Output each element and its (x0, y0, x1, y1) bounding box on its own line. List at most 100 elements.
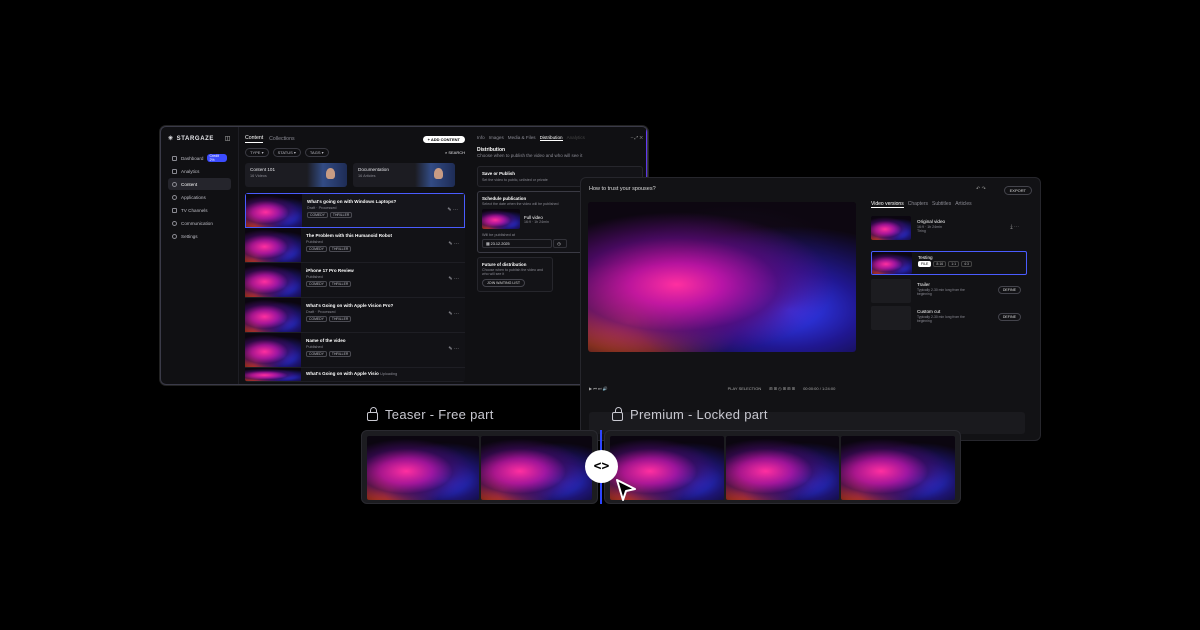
credit-badge: Credit 2% (207, 154, 227, 162)
lock-open-icon (367, 407, 378, 421)
sidebar-item-dashboard[interactable]: Dashboard Credit 2% (168, 152, 231, 164)
sidebar-item-applications[interactable]: Applications (168, 191, 231, 203)
define-custom-cut-button[interactable]: DEFINE (997, 313, 1021, 321)
content-icon (172, 181, 177, 187)
collection-card[interactable]: Documentation 16 Articles (353, 163, 455, 187)
tab-articles[interactable]: Articles (955, 201, 971, 208)
content-tabs: Content Collections + ADD CONTENT (245, 135, 465, 143)
video-thumbnail (246, 194, 302, 227)
version-item-testing[interactable]: Testing FILE 8:16 1:1 4:3 (871, 251, 1027, 275)
date-picker[interactable]: ▦ 23.12.2025 (482, 239, 552, 248)
tab-content[interactable]: Content (245, 135, 264, 143)
empty-thumbnail (871, 306, 911, 330)
analytics-icon (172, 168, 177, 174)
video-frame (588, 202, 856, 352)
search-button[interactable]: ⌕ SEARCH (445, 150, 465, 155)
tab-info[interactable]: Info (477, 135, 485, 141)
list-item[interactable]: The Problem with this Humanoid Robot Publ… (245, 228, 465, 263)
premium-label: Premium - Locked part (612, 407, 768, 422)
player-controls: ▶ ⏮ ⏭ 🔊 PLAY SELECTION ⊞ ⊞ ◷ ⊞ ⊞ ⊞ 00:00… (589, 384, 1032, 392)
split-handle[interactable]: <> (585, 450, 618, 483)
tab-collections[interactable]: Collections (269, 136, 294, 142)
gear-icon (172, 233, 177, 239)
row-actions[interactable]: ✎ ⋯ (448, 241, 459, 247)
star-icon: ✳ (168, 136, 174, 142)
version-thumbnail (871, 216, 911, 240)
video-player[interactable] (588, 202, 856, 352)
tab-chapters[interactable]: Chapters (908, 201, 928, 208)
detail-tabs: Info Images Media & Files Distribution A… (477, 135, 643, 141)
video-thumbnail (245, 333, 301, 367)
video-list: What's going on with Windows Laptops? Dra… (245, 193, 465, 382)
list-item[interactable]: Name of the video Published COMEDY THRILLER… (245, 333, 465, 368)
future-distribution-panel: Future of distribution Choose when to pu… (477, 257, 553, 292)
sidebar-item-analytics[interactable]: Analytics (168, 165, 231, 177)
search-icon: ⌕ (444, 150, 448, 155)
join-waiting-list-button[interactable]: JOIN WAITING LIST (482, 279, 526, 287)
version-tabs: Video versions Chapters Subtitles Articl… (871, 201, 972, 208)
window-controls-icon[interactable]: – ⤢ ✕ (631, 135, 643, 141)
frame-thumbnail (480, 436, 592, 500)
content-list: Content Collections + ADD CONTENT TYPE ▾… (245, 135, 465, 384)
applications-icon (172, 194, 177, 200)
tab-analytics[interactable]: Analytics (567, 135, 585, 141)
clock-icon: ◷ (557, 242, 561, 246)
collection-cards: Content 101 16 Videos Documentation 16 A… (245, 163, 465, 187)
tab-images[interactable]: Images (489, 135, 504, 141)
export-button[interactable]: EXPORT (1003, 186, 1032, 195)
tab-media-files[interactable]: Media & Files (508, 135, 536, 141)
tab-distribution[interactable]: Distribution (539, 135, 563, 141)
empty-thumbnail (871, 279, 911, 303)
frame-thumbnail (367, 436, 479, 500)
chat-icon (172, 220, 177, 226)
filter-status[interactable]: STATUS ▾ (272, 148, 301, 157)
cursor-icon (616, 479, 636, 501)
row-actions[interactable]: ✎ ⋯ (448, 276, 459, 282)
version-item-trailer[interactable]: Trailer Typically 2-30 min long from the … (871, 279, 1027, 303)
sidebar-item-tv-channels[interactable]: TV Channels (168, 204, 231, 216)
edit-tools-icon[interactable]: ⊞ ⊞ ◷ ⊞ ⊞ ⊞ (769, 386, 795, 391)
row-actions[interactable]: ✎ ⋯ (448, 311, 459, 317)
collection-card[interactable]: Content 101 16 Videos (245, 163, 347, 187)
logo: ✳ STARGAZE ◫ (168, 135, 231, 143)
dashboard-icon (172, 155, 177, 161)
sidebar: ✳ STARGAZE ◫ Dashboard Credit 2% Analytic… (161, 127, 239, 384)
download-icon[interactable]: ⤓ ⋯ (1010, 224, 1019, 230)
filter-tags[interactable]: TAGS ▾ (304, 148, 329, 157)
add-content-button[interactable]: + ADD CONTENT (422, 135, 465, 143)
uploading-status: Uploading (380, 372, 398, 376)
version-item-original[interactable]: Original video 16:9 · 1h 24min Tiring ⤓ ⋯ (871, 216, 1027, 240)
teaser-filmstrip (361, 430, 598, 504)
frame-thumbnail (841, 436, 956, 500)
video-thumbnail (245, 228, 301, 262)
collapse-sidebar-icon[interactable]: ◫ (225, 135, 231, 142)
tab-subtitles[interactable]: Subtitles (932, 201, 951, 208)
sidebar-item-communication[interactable]: Communication (168, 217, 231, 229)
teaser-label: Teaser - Free part (367, 407, 494, 422)
row-actions[interactable]: ✎ ⋯ (447, 207, 458, 213)
define-trailer-button[interactable]: DEFINE (997, 286, 1021, 294)
timecode: 00:00:00 / 1:24:00 (803, 385, 836, 391)
play-selection-button[interactable]: PLAY SELECTION (728, 386, 762, 391)
calendar-icon: ▦ (486, 242, 490, 246)
sidebar-item-settings[interactable]: Settings (168, 230, 231, 242)
video-thumbnail (482, 209, 520, 229)
filter-type[interactable]: TYPE ▾ (245, 148, 269, 157)
list-item[interactable]: What's Going on with Apple Vision Pro? Dr… (245, 298, 465, 333)
premium-filmstrip (604, 430, 961, 504)
undo-redo-icon[interactable]: ↶ ↷ (976, 186, 986, 192)
list-item[interactable]: iPhone 17 Pro Review Published COMEDY THRIL… (245, 263, 465, 298)
play-icon[interactable]: ▶ ⏮ ⏭ 🔊 (589, 386, 608, 391)
time-picker[interactable]: ◷ (553, 239, 568, 248)
list-item[interactable]: What's Going on with Apple Visio Uploadi… (245, 368, 465, 382)
video-thumbnail (245, 368, 301, 381)
video-editor-window: How to trust your spouses? ↶ ↷ EXPORT Vi… (580, 177, 1041, 441)
tab-video-versions[interactable]: Video versions (871, 201, 904, 208)
sidebar-item-content[interactable]: Content (168, 178, 231, 190)
frame-thumbnail (725, 436, 840, 500)
video-thumbnail (245, 263, 301, 297)
list-item[interactable]: What's going on with Windows Laptops? Dra… (245, 193, 465, 228)
row-actions[interactable]: ✎ ⋯ (448, 346, 459, 352)
version-item-custom-cut[interactable]: Custom cut Typically 2-30 min long from t… (871, 306, 1027, 330)
split-arrows-icon: <> (593, 459, 610, 474)
